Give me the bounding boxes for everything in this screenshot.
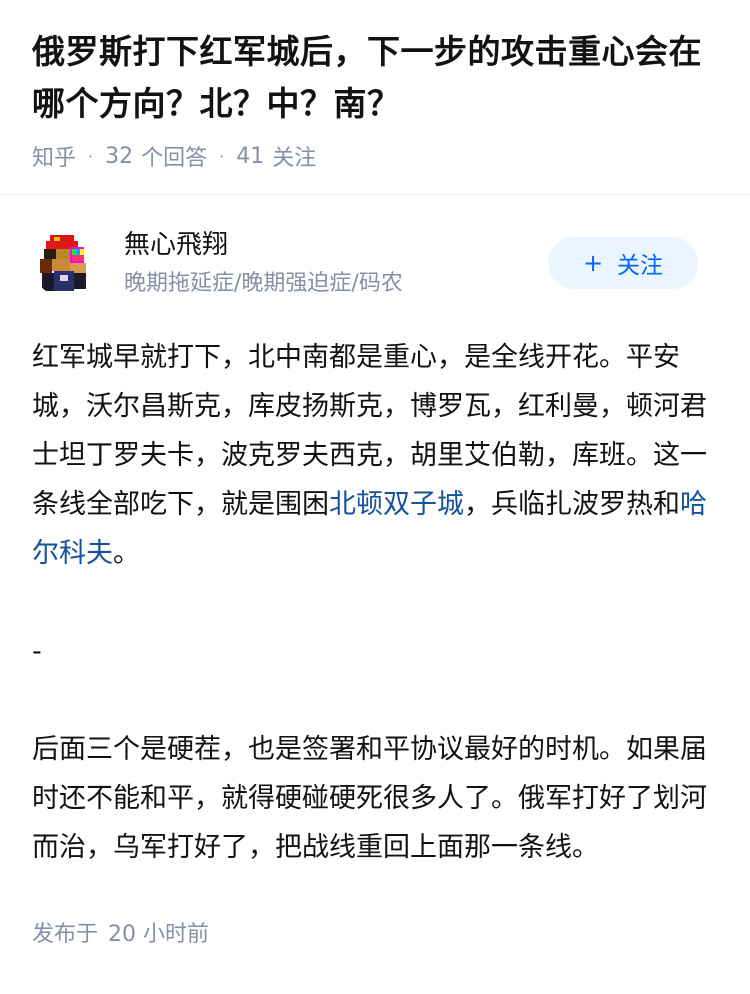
answer-content: 红军城早就打下，北中南都是重心，是全线开花。平安城，沃尔昌斯克，库皮扬斯克，博罗… [0,333,750,872]
published-time: 20 小时前 [108,922,210,947]
answer-separator: - [32,636,42,667]
publish-info: 发布于 20 小时前 [0,916,750,948]
author-bio: 晚期拖延症/晚期强迫症/码农 [124,271,403,296]
answers-label[interactable]: 个回答 [141,140,207,172]
answer-text: 。 [113,538,140,569]
avatar[interactable] [32,231,98,297]
answer-paragraph-2: 后面三个是硬茬，也是签署和平协议最好的时机。如果届时还不能和平，就得硬碰硬死很多… [32,734,707,863]
answer-text: ，兵临扎波罗热和 [464,489,680,520]
answer-paragraph-1: 红军城早就打下，北中南都是重心，是全线开花。平安城，沃尔昌斯克，库皮扬斯克，博罗… [32,333,718,578]
follow-button[interactable]: + 关注 [548,237,698,289]
question-header: 俄罗斯打下红军城后，下一步的攻击重心会在哪个方向？北？中？南？ 知乎 · 32 … [0,0,750,172]
followers-label[interactable]: 关注 [272,140,316,172]
pixel-avatar-icon [32,231,98,297]
author-card: 無心飛翔 晚期拖延症/晚期强迫症/码农 + 关注 [0,229,750,299]
published-label: 发布于 [32,922,99,947]
question-title[interactable]: 俄罗斯打下红军城后，下一步的攻击重心会在哪个方向？北？中？南？ [32,26,718,130]
header-divider [0,194,750,195]
followers-count: 41 [236,143,265,169]
follow-label: 关注 [617,253,664,279]
source-label[interactable]: 知乎 [32,140,76,172]
meta-separator: · [88,146,94,166]
link-beidun-twin-cities[interactable]: 北顿双子城 [329,489,464,520]
answers-count: 32 [105,143,134,169]
plus-icon: + [582,249,604,277]
question-meta: 知乎 · 32 个回答 · 41 关注 [32,140,718,172]
author-info: 無心飛翔 晚期拖延症/晚期强迫症/码农 [124,228,403,300]
meta-separator: · [219,146,225,166]
author-name[interactable]: 無心飛翔 [124,228,403,262]
